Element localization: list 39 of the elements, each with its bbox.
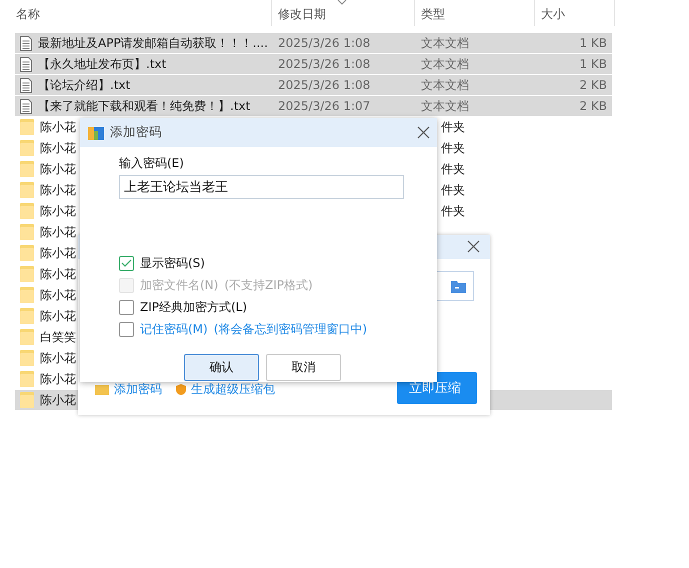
file-name: 【永久地址发布页】.txt — [38, 56, 166, 72]
file-size: 2 KB — [579, 99, 607, 113]
file-name: 陈小花 — [40, 182, 76, 198]
file-name: 陈小花 — [40, 160, 76, 178]
file-type: 文本文档 — [421, 56, 469, 70]
file-type: 件夹 — [441, 120, 465, 134]
file-name: 【来了就能下载和观看！纯免费！】.txt — [38, 98, 250, 114]
file-name: 陈小花 — [40, 350, 76, 366]
file-type: 件夹 — [441, 182, 465, 196]
field-label: 输入密码(E) — [119, 155, 185, 172]
file-name: 陈小花 — [40, 224, 76, 240]
file-size: 1 KB — [579, 57, 607, 71]
option-note: (将会备忘到密码管理窗口中) — [214, 320, 368, 338]
file-name: 陈小花 — [40, 118, 76, 136]
file-name: 陈小花 — [40, 392, 76, 408]
modified-date: 2025/3/26 1:08 — [278, 57, 370, 71]
file-size: 2 KB — [579, 78, 607, 92]
file-name: 陈小花 — [40, 140, 76, 156]
file-type: 文本文档 — [421, 78, 469, 92]
modified-date: 2025/3/26 1:08 — [278, 36, 370, 50]
file-name: 陈小花 — [40, 244, 76, 262]
modified-date: 2025/3/26 1:07 — [278, 99, 370, 113]
file-name: 陈小花 — [40, 286, 76, 304]
file-type: 件夹 — [441, 162, 465, 176]
modified-date: 2025/3/26 1:08 — [278, 78, 370, 92]
file-name: 【论坛介绍】.txt — [38, 76, 130, 94]
file-name: 陈小花 — [40, 370, 76, 388]
file-name: 白笑笑 — [40, 328, 76, 346]
file-name: 陈小花 — [40, 202, 76, 220]
file-type: 文本文档 — [421, 36, 469, 50]
file-type: 件夹 — [441, 204, 465, 218]
file-type: 文本文档 — [421, 98, 469, 112]
file-type: 件夹 — [441, 140, 465, 154]
file-name: 陈小花 — [40, 308, 76, 324]
file-name: 陈小花 — [40, 266, 76, 282]
file-size: 1 KB — [579, 36, 607, 50]
option-note: (不支持ZIP格式) — [224, 276, 313, 294]
dialog-title: 添加密码 — [110, 124, 162, 141]
file-name: 最新地址及APP请发邮箱自动获取！！！.... — [38, 34, 268, 52]
